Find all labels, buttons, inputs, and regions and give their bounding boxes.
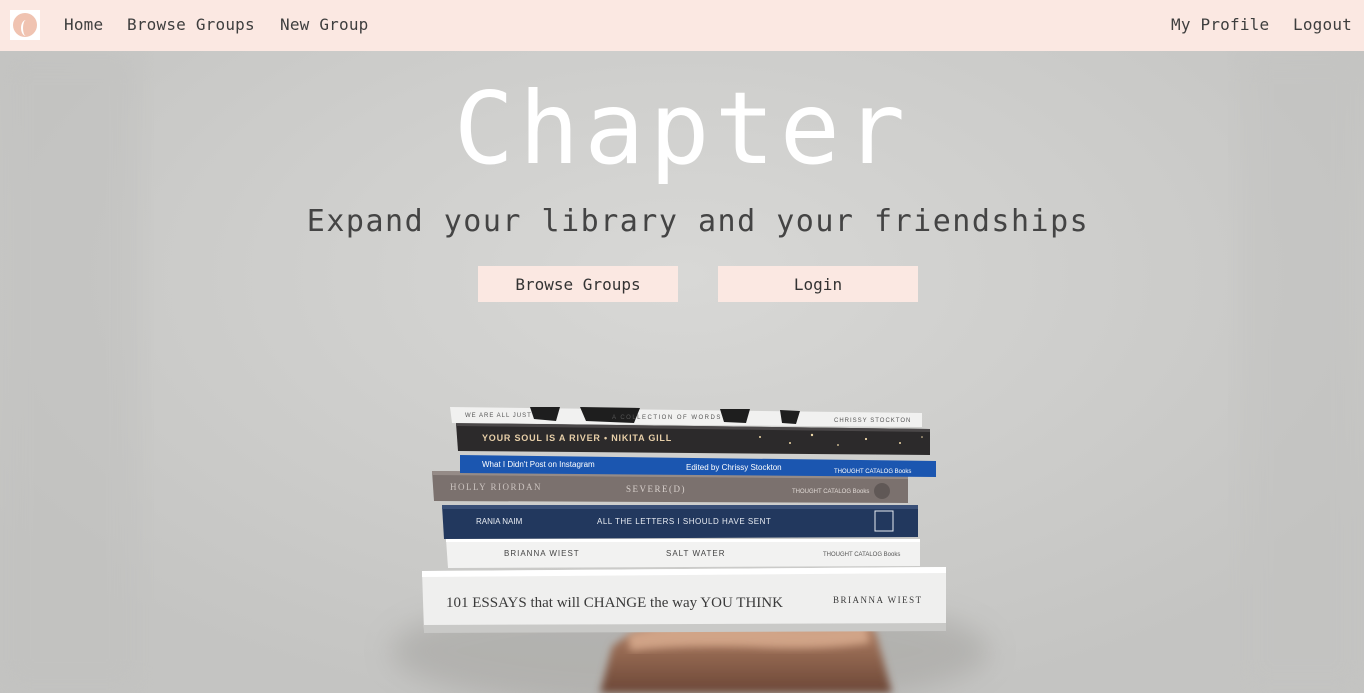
book-7-author: BRIANNA WIEST [833,595,923,605]
book-3-publisher: THOUGHT CATALOG Books [834,469,911,475]
book-1-title-a: WE ARE ALL JUST [465,413,532,419]
book-6-title: SALT WATER [666,549,726,558]
navbar: Home Browse Groups New Group My Profile … [0,0,1364,51]
nav-link-new-group[interactable]: New Group [280,14,369,36]
hero-subtitle: Expand your library and your friendships [306,204,1090,239]
nav-link-home[interactable]: Home [64,14,103,36]
book-6: BRIANNA WIEST SALT WATER THOUGHT CATALOG… [446,539,920,568]
logo[interactable] [10,10,40,40]
book-1-title-b: A COLLECTION OF WORDS [612,415,722,421]
login-button[interactable]: Login [718,266,918,302]
book-3-editor: Edited by Chrissy Stockton [686,463,782,472]
book-2-title: YOUR SOUL IS A RIVER • NIKITA GILL [482,433,672,443]
hero-title: Chapter [453,70,911,187]
nav-link-logout[interactable]: Logout [1293,14,1352,36]
crescent-moon-logo-icon [13,13,37,37]
book-6-publisher: THOUGHT CATALOG Books [823,552,900,558]
book-4-publisher: THOUGHT CATALOG Books [792,489,869,495]
nav-link-browse-groups[interactable]: Browse Groups [127,14,255,36]
book-4-title: SEVERE(D) [626,484,686,494]
book-7: 101 ESSAYS that will CHANGE the way YOU … [422,567,946,633]
book-2: YOUR SOUL IS A RIVER • NIKITA GILL [456,423,930,455]
hero-section: 101 ESSAYS that will CHANGE the way YOU … [0,51,1364,693]
crescent-icon [21,20,31,36]
book-5-title: ALL THE LETTERS I SHOULD HAVE SENT [597,517,771,526]
browse-groups-button[interactable]: Browse Groups [478,266,678,302]
book-7-title: 101 ESSAYS that will CHANGE the way YOU … [446,595,783,611]
book-4-author: HOLLY RIORDAN [450,482,542,492]
book-5: RANIA NAIM ALL THE LETTERS I SHOULD HAVE… [442,505,918,539]
nav-link-my-profile[interactable]: My Profile [1171,14,1269,36]
book-6-author: BRIANNA WIEST [504,549,580,558]
book-1-author: CHRISSY STOCKTON [834,418,911,424]
book-3-title: What I Didn't Post on Instagram [482,460,595,469]
book-5-author: RANIA NAIM [476,517,523,526]
